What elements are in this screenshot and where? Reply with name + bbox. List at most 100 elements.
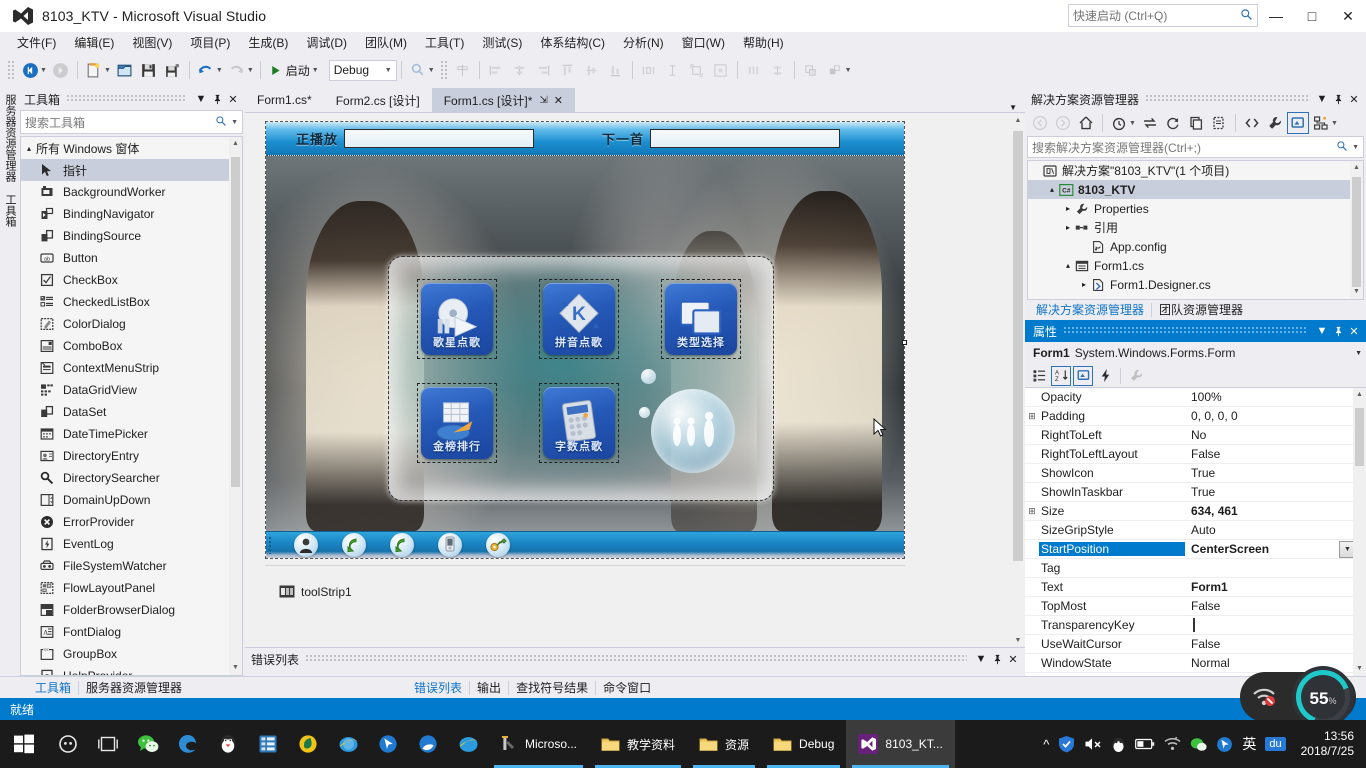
property-row-size[interactable]: ⊞ Size 634, 461 [1025, 502, 1366, 521]
toolbar-grip-2[interactable] [439, 60, 448, 80]
bottom-tab-right-3[interactable]: 命令窗口 [596, 681, 658, 695]
panel-drag-handle[interactable] [305, 655, 967, 663]
property-row-startposition[interactable]: StartPosition CenterScreen ▼ [1025, 540, 1366, 559]
toolbox-search-dropdown-icon[interactable]: ▼ [231, 119, 238, 126]
toolbox-item-15[interactable]: DomainUpDown [21, 489, 242, 511]
menu-item-2[interactable]: 视图(V) [123, 32, 181, 53]
property-row-padding[interactable]: ⊞ Padding 0, 0, 0, 0 [1025, 407, 1366, 426]
panel-drag-handle[interactable] [1063, 327, 1308, 335]
toolbox-item-4[interactable]: ab Button [21, 247, 242, 269]
form-resize-handle[interactable] [902, 340, 907, 345]
quick-launch-input[interactable] [1073, 8, 1233, 23]
ie-icon[interactable] [328, 720, 368, 768]
singer-avatar-icon[interactable] [294, 533, 318, 557]
menu-item-10[interactable]: 分析(N) [614, 32, 673, 53]
new-project-icon[interactable] [82, 58, 106, 82]
chevron-up-icon[interactable]: ^ [1043, 737, 1049, 752]
designer-scrollbar[interactable]: ▲ ▼ [1011, 113, 1025, 648]
property-row-transparencykey[interactable]: TransparencyKey [1025, 616, 1366, 635]
taskbar-task-1[interactable]: 教学资料 [589, 720, 687, 768]
scrollbar-thumb[interactable] [1355, 408, 1364, 466]
blue-cursor-icon[interactable] [368, 720, 408, 768]
green-arrow-left-icon[interactable] [342, 533, 366, 557]
battery-icon[interactable] [1135, 738, 1155, 750]
categorized-icon[interactable] [1029, 366, 1049, 386]
menu-item-9[interactable]: 体系结构(C) [531, 32, 614, 53]
solution-tree-node-6[interactable]: ▸ Form1.Designer.cs [1028, 275, 1363, 294]
toolbox-item-7[interactable]: ColorDialog [21, 313, 242, 335]
taskbar-task-2[interactable]: 资源 [687, 720, 761, 768]
solution-explorer-tab-1[interactable]: 团队资源管理器 [1152, 303, 1250, 317]
chevron-down-icon[interactable]: ▼ [1355, 350, 1362, 357]
expander-icon[interactable]: ▴ [1062, 261, 1074, 270]
scrollbar-thumb[interactable] [1352, 177, 1361, 287]
toolbox-item-22[interactable]: xyz GroupBox [21, 643, 242, 665]
solution-tree-node-1[interactable]: ▴ C# 8103_KTV [1028, 180, 1363, 199]
document-tab-0[interactable]: Form1.cs* [245, 88, 324, 112]
toolbox-item-0[interactable]: 指针 [21, 159, 242, 181]
vertical-tab-1[interactable]: 工具箱 [0, 188, 20, 233]
menu-item-5[interactable]: 调试(D) [297, 32, 356, 53]
expander-icon[interactable]: ▸ [1062, 223, 1074, 232]
property-row-topmost[interactable]: TopMost False [1025, 597, 1366, 616]
toolbox-item-16[interactable]: ErrorProvider [21, 511, 242, 533]
vertical-tab-0[interactable]: 服务器资源管理器 [0, 88, 20, 188]
property-value[interactable]: False [1185, 637, 1366, 651]
property-value[interactable]: Normal [1185, 656, 1366, 670]
show-all-files-icon[interactable] [1208, 112, 1230, 134]
solution-tree-node-5[interactable]: ▴ Form1.cs [1028, 256, 1363, 275]
navigate-backward-icon[interactable] [18, 58, 42, 82]
property-value[interactable]: Auto [1185, 523, 1366, 537]
toolbox-item-1[interactable]: BackgroundWorker [21, 181, 242, 203]
document-tab-2[interactable]: Form1.cs [设计]* ⇲ ✕ [431, 88, 575, 112]
expander-icon[interactable]: ▸ [1078, 280, 1090, 289]
toolbox-pin-icon[interactable] [209, 91, 225, 107]
error-list-pin-icon[interactable] [989, 651, 1005, 667]
cortana-icon[interactable] [48, 720, 88, 768]
windows-start-icon[interactable] [0, 720, 48, 768]
bottom-tab-right-0[interactable]: 错误列表 [407, 680, 471, 695]
properties-view-icon[interactable] [1073, 365, 1093, 386]
property-value[interactable]: False [1185, 599, 1366, 613]
menu-item-7[interactable]: 工具(T) [416, 32, 473, 53]
solution-explorer-search-input[interactable]: 搜索解决方案资源管理器(Ctrl+;) [1032, 139, 1336, 156]
open-file-icon[interactable] [113, 58, 137, 82]
cursor-tray-icon[interactable] [1216, 736, 1233, 753]
solution-explorer-search-box[interactable]: 搜索解决方案资源管理器(Ctrl+;) ▼ [1027, 136, 1364, 158]
taskbar-task-4[interactable]: 8103_KT... [846, 720, 955, 768]
panel-drag-handle[interactable] [1145, 95, 1308, 103]
solution-explorer-close-icon[interactable]: ✕ [1346, 91, 1362, 107]
edge-icon[interactable] [168, 720, 208, 768]
back-dropdown-icon[interactable]: ▼ [40, 67, 47, 74]
key-gold-icon[interactable] [486, 533, 510, 557]
toolbox-item-12[interactable]: DateTimePicker [21, 423, 242, 445]
ie-icon-2[interactable] [448, 720, 488, 768]
forward-icon[interactable] [1052, 112, 1074, 134]
ktv-button-type[interactable]: 类型选择 [661, 279, 741, 359]
tray-item-toolstrip1[interactable]: toolStrip1 [279, 585, 352, 599]
toolbox-item-13[interactable]: DirectoryEntry [21, 445, 242, 467]
property-row-text[interactable]: Text Form1 [1025, 578, 1366, 597]
bottom-tab-left-0[interactable]: 工具箱 [28, 680, 80, 695]
refresh-icon[interactable] [1162, 112, 1184, 134]
toolbox-item-9[interactable]: ContextMenuStrip [21, 357, 242, 379]
panel-drag-handle[interactable] [66, 95, 187, 103]
menu-item-1[interactable]: 编辑(E) [65, 32, 123, 53]
toolbox-item-14[interactable]: DirectorySearcher [21, 467, 242, 489]
solution-search-dropdown-icon[interactable]: ▼ [1352, 144, 1359, 151]
property-value[interactable]: True [1185, 466, 1366, 480]
property-value[interactable] [1185, 618, 1366, 632]
menu-item-4[interactable]: 生成(B) [239, 32, 297, 53]
toolbox-item-5[interactable]: CheckBox [21, 269, 242, 291]
find-in-files-icon[interactable] [406, 58, 430, 82]
property-row-usewaitcursor[interactable]: UseWaitCursor False [1025, 635, 1366, 654]
pin-icon[interactable]: ⇲ [539, 95, 547, 106]
solution-tree-node-0[interactable]: 解决方案"8103_KTV"(1 个项目) [1028, 161, 1363, 180]
alphabetical-sort-icon[interactable]: AZ [1051, 365, 1071, 386]
ktv-button-ranking[interactable]: 金榜排行 [417, 383, 497, 463]
property-value[interactable]: Form1 [1185, 580, 1366, 594]
error-list-close-icon[interactable]: ✕ [1005, 651, 1021, 667]
toolbox-item-18[interactable]: FileSystemWatcher [21, 555, 242, 577]
ktv-button-wordcount[interactable]: 字数点歌 [539, 383, 619, 463]
scrollbar-thumb[interactable] [1013, 131, 1023, 561]
